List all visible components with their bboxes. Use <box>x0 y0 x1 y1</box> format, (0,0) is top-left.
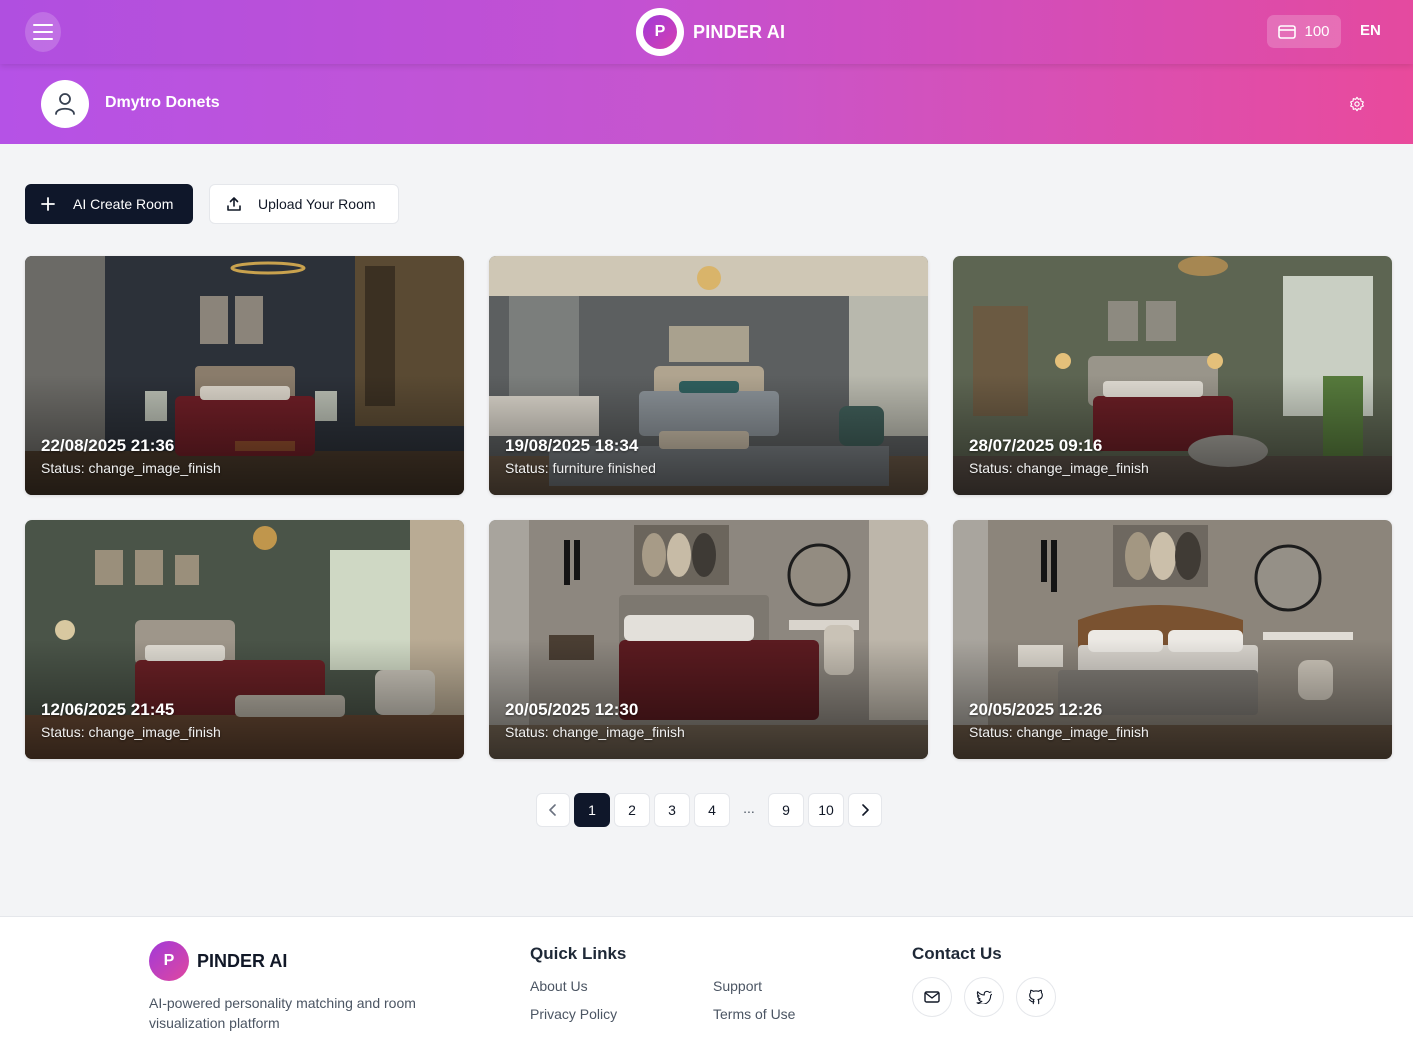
card-overlay <box>953 639 1392 759</box>
credits-count: 100 <box>1304 23 1330 40</box>
privacy-policy-link[interactable]: Privacy Policy <box>530 1006 617 1022</box>
room-date: 22/08/2025 21:36 <box>41 436 175 455</box>
avatar[interactable] <box>41 80 89 128</box>
footer: P PINDER AI AI-powered personality match… <box>0 916 1413 1043</box>
card-overlay <box>25 639 464 759</box>
room-date: 20/05/2025 12:26 <box>969 700 1103 719</box>
room-card[interactable]: 12/06/2025 21:45 Status: change_image_fi… <box>25 520 464 759</box>
pagination-page-9[interactable]: 9 <box>768 793 804 827</box>
footer-description: AI-powered personality matching and room… <box>149 995 416 1031</box>
chevron-right-icon <box>862 804 869 816</box>
email-button[interactable] <box>912 977 952 1017</box>
ai-create-room-label: AI Create Room <box>73 196 174 212</box>
card-overlay <box>953 375 1392 495</box>
room-status: Status: change_image_finish <box>969 724 1149 740</box>
upload-room-button[interactable]: Upload Your Room <box>209 184 399 224</box>
github-button[interactable] <box>1016 977 1056 1017</box>
contact-heading: Contact Us <box>912 944 1002 963</box>
ai-create-room-button[interactable]: AI Create Room <box>25 184 193 224</box>
footer-brand-name: PINDER AI <box>197 951 288 971</box>
room-status: Status: change_image_finish <box>969 460 1149 476</box>
pagination-next-button[interactable] <box>848 793 882 827</box>
plus-icon <box>41 197 55 211</box>
card-overlay <box>489 639 928 759</box>
room-status: Status: furniture finished <box>505 460 656 476</box>
room-date: 20/05/2025 12:30 <box>505 700 639 719</box>
room-card[interactable]: 19/08/2025 18:34 Status: furniture finis… <box>489 256 928 495</box>
github-icon <box>1028 989 1043 1005</box>
room-date: 28/07/2025 09:16 <box>969 436 1103 455</box>
user-icon <box>55 93 75 115</box>
pagination-page-1[interactable]: 1 <box>574 793 610 827</box>
pagination-ellipsis: ... <box>743 800 755 816</box>
terms-of-use-link[interactable]: Terms of Use <box>713 1006 795 1022</box>
room-date: 19/08/2025 18:34 <box>505 436 639 455</box>
upload-icon <box>227 197 241 211</box>
credits-button[interactable]: 100 <box>1267 15 1341 48</box>
support-link[interactable]: Support <box>713 978 762 994</box>
pagination-page-3[interactable]: 3 <box>654 793 690 827</box>
top-header: P PINDER AI 100 EN <box>0 0 1413 64</box>
language-switcher[interactable]: EN <box>1360 22 1381 39</box>
card-overlay <box>25 375 464 495</box>
pagination-page-4[interactable]: 4 <box>694 793 730 827</box>
room-card[interactable]: 28/07/2025 09:16 Status: change_image_fi… <box>953 256 1392 495</box>
menu-button[interactable] <box>25 12 61 52</box>
brand-name: PINDER AI <box>693 21 786 42</box>
room-card[interactable]: 20/05/2025 12:26 Status: change_image_fi… <box>953 520 1392 759</box>
room-status: Status: change_image_finish <box>41 460 221 476</box>
footer-logo: P <box>149 941 189 981</box>
upload-room-label: Upload Your Room <box>258 196 376 212</box>
pagination-page-10[interactable]: 10 <box>808 793 844 827</box>
profile-bar: Dmytro Donets <box>0 64 1413 144</box>
wallet-icon <box>1278 24 1297 39</box>
settings-button[interactable] <box>1346 93 1368 115</box>
twitter-button[interactable] <box>964 977 1004 1017</box>
room-status: Status: change_image_finish <box>41 724 221 740</box>
room-date: 12/06/2025 21:45 <box>41 700 175 719</box>
brand-logo-letter: P <box>643 15 677 49</box>
room-card[interactable]: 22/08/2025 21:36 Status: change_image_fi… <box>25 256 464 495</box>
card-overlay <box>489 375 928 495</box>
room-card[interactable]: 20/05/2025 12:30 Status: change_image_fi… <box>489 520 928 759</box>
user-name: Dmytro Donets <box>105 94 220 111</box>
room-status: Status: change_image_finish <box>505 724 685 740</box>
brand-logo: P <box>636 8 684 56</box>
pagination-page-2[interactable]: 2 <box>614 793 650 827</box>
brand-logo-link[interactable]: P PINDER AI <box>636 8 785 56</box>
quick-links-heading: Quick Links <box>530 944 627 963</box>
chevron-left-icon <box>549 804 556 816</box>
mail-icon <box>924 991 940 1003</box>
menu-icon <box>33 24 53 40</box>
gear-icon <box>1350 96 1364 112</box>
pagination-prev-button[interactable] <box>536 793 570 827</box>
about-us-link[interactable]: About Us <box>530 978 588 994</box>
twitter-icon <box>976 990 992 1004</box>
